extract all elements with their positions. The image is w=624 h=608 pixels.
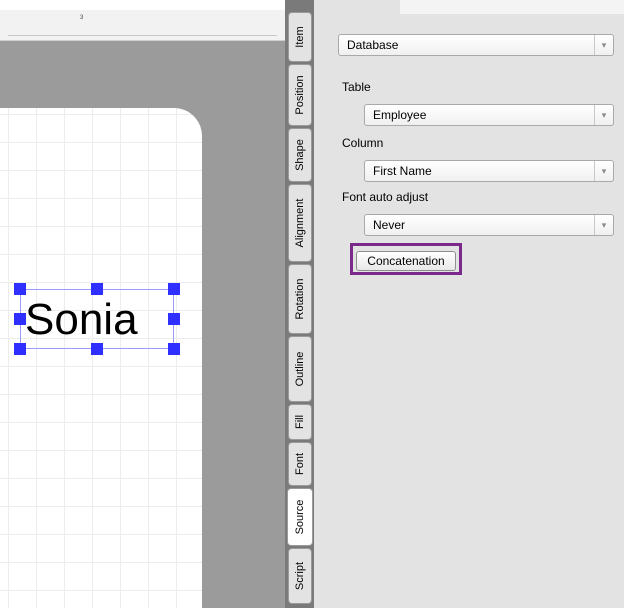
tab-fill-label: Fill [294,414,306,430]
tab-script[interactable]: Script [288,548,312,604]
column-value: First Name [373,164,432,178]
tab-outline-label: Outline [294,351,306,387]
resize-handle-top-left[interactable] [14,283,26,295]
tab-item[interactable]: Item [288,12,312,62]
selected-text-object[interactable]: Sonia [20,289,174,349]
font-auto-adjust-label: Font auto adjust [342,190,429,204]
font-auto-adjust-value: Never [373,218,406,232]
tab-source[interactable]: Source [287,488,313,546]
tab-rotation[interactable]: Rotation [288,264,312,334]
tab-source-label: Source [294,499,306,535]
inspector-tab-bar: Item Position Shape Alignment Rotation O… [285,0,314,608]
source-type-dropdown[interactable]: Database ▾ [338,34,614,56]
chevron-down-icon: ▾ [594,161,613,181]
tab-rotation-label: Rotation [294,278,306,320]
column-dropdown[interactable]: First Name ▾ [364,160,614,182]
source-type-value: Database [347,38,399,52]
source-panel: Database ▾ Table Employee ▾ Column First… [314,0,624,608]
tab-alignment[interactable]: Alignment [288,184,312,262]
panel-top-strip [400,0,624,14]
tab-alignment-label: Alignment [294,198,306,248]
tab-script-label: Script [294,561,306,591]
chevron-down-icon: ▾ [594,35,613,55]
canvas-top-strip [0,0,285,10]
resize-handle-bottom[interactable] [91,343,103,355]
tab-outline[interactable]: Outline [288,336,312,402]
tab-item-label: Item [294,26,306,48]
tab-fill[interactable]: Fill [288,404,312,440]
concatenation-button[interactable]: Concatenation [356,251,456,271]
chevron-down-icon: ▾ [594,105,613,125]
tab-shape-label: Shape [294,139,306,171]
resize-handle-left[interactable] [14,313,26,325]
horizontal-ruler: 3 [0,10,285,41]
canvas-area[interactable]: 3 Sonia [0,0,285,608]
ruler-number: 3 [80,15,84,21]
chevron-down-icon: ▾ [594,215,613,235]
ruler-baseline [8,35,277,36]
resize-handle-right[interactable] [168,313,180,325]
tab-position[interactable]: Position [288,64,312,126]
resize-handle-bottom-left[interactable] [14,343,26,355]
font-auto-adjust-dropdown[interactable]: Never ▾ [364,214,614,236]
table-value: Employee [373,108,427,122]
text-object-content: Sonia [25,295,138,344]
resize-handle-top-right[interactable] [168,283,180,295]
resize-handle-bottom-right[interactable] [168,343,180,355]
document-page[interactable] [0,108,202,608]
tab-position-label: Position [294,75,306,115]
tab-font-label: Font [294,452,306,476]
table-dropdown[interactable]: Employee ▾ [364,104,614,126]
resize-handle-top[interactable] [91,283,103,295]
column-label: Column [342,136,384,150]
table-label: Table [342,80,371,94]
tab-font[interactable]: Font [288,442,312,486]
tab-shape[interactable]: Shape [288,128,312,182]
